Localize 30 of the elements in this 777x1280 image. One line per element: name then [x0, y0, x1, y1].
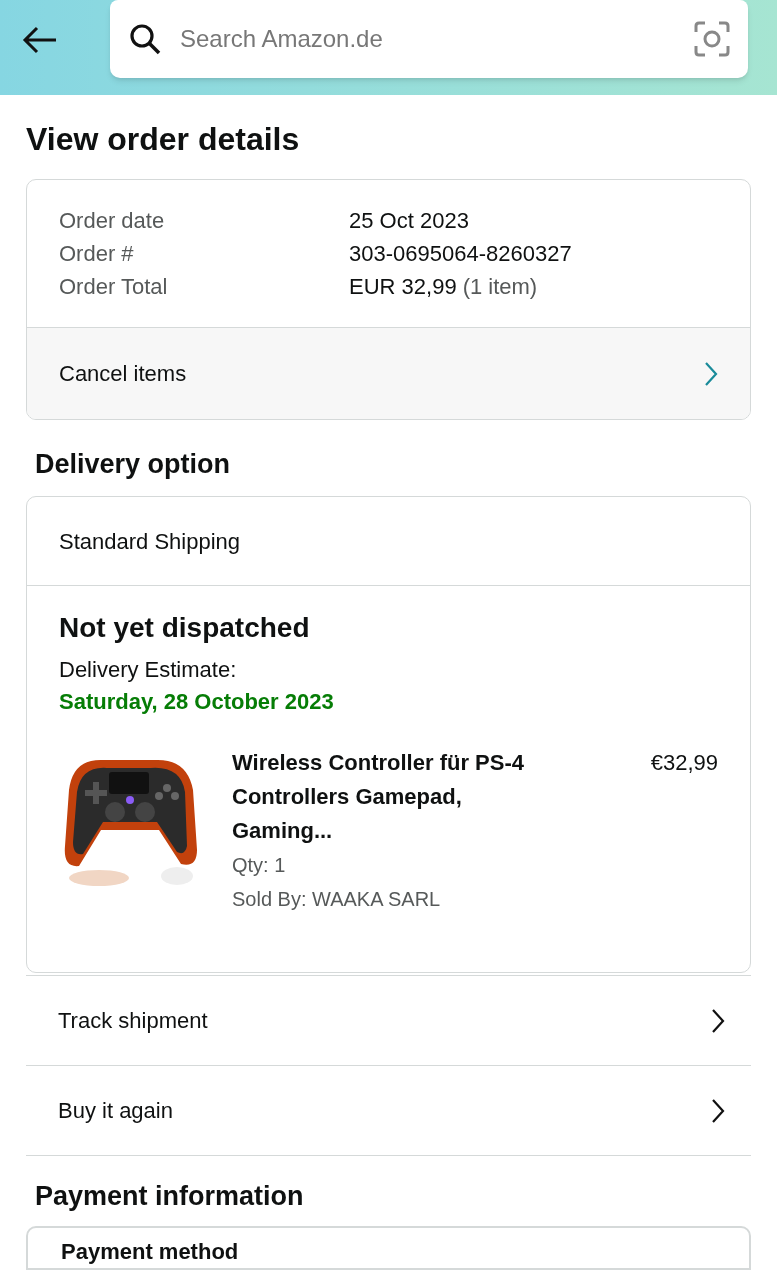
summary-label: Order #: [59, 240, 135, 268]
chevron-right-icon: [704, 360, 718, 387]
cancel-items-link[interactable]: Cancel items: [27, 327, 750, 419]
seller-name: Sold By: WAAKA SARL: [232, 887, 442, 912]
chevron-right-icon: [711, 1007, 725, 1034]
summary-label: Order Total: [59, 273, 169, 301]
section-heading: Payment information: [35, 1180, 305, 1212]
shipping-method: Standard Shipping: [59, 527, 241, 556]
estimate-date: Saturday, 28 October 2023: [59, 688, 335, 716]
item-quantity: Qty: 1: [232, 853, 287, 878]
section-heading: Delivery option: [35, 448, 232, 480]
summary-label: Order date: [59, 207, 166, 235]
estimate-label: Delivery Estimate:: [59, 656, 238, 684]
search-field[interactable]: Search Amazon.de: [110, 0, 748, 78]
payment-method-label: Payment method: [61, 1238, 240, 1266]
product-title[interactable]: Wireless Controller für PS-4 Controllers Gamepad, Gaming...: [232, 746, 542, 848]
summary-value: EUR 32,99: [349, 273, 457, 301]
item-count: (1 item): [462, 273, 538, 301]
summary-value: 303-0695064-8260327: [349, 240, 572, 268]
action-link[interactable]: Buy it again: [26, 1066, 751, 1156]
item-price: €32,99: [650, 749, 718, 777]
page-title: View order details: [26, 120, 301, 159]
search-icon: [128, 22, 162, 56]
action-link[interactable]: Track shipment: [26, 976, 751, 1066]
back-arrow-icon: [22, 26, 58, 54]
search-input[interactable]: Search Amazon.de: [180, 21, 694, 57]
summary-value: 25 Oct 2023: [349, 207, 469, 235]
camera-icon[interactable]: [694, 21, 730, 57]
chevron-right-icon: [711, 1097, 725, 1124]
shipment-status: Not yet dispatched: [59, 611, 311, 645]
